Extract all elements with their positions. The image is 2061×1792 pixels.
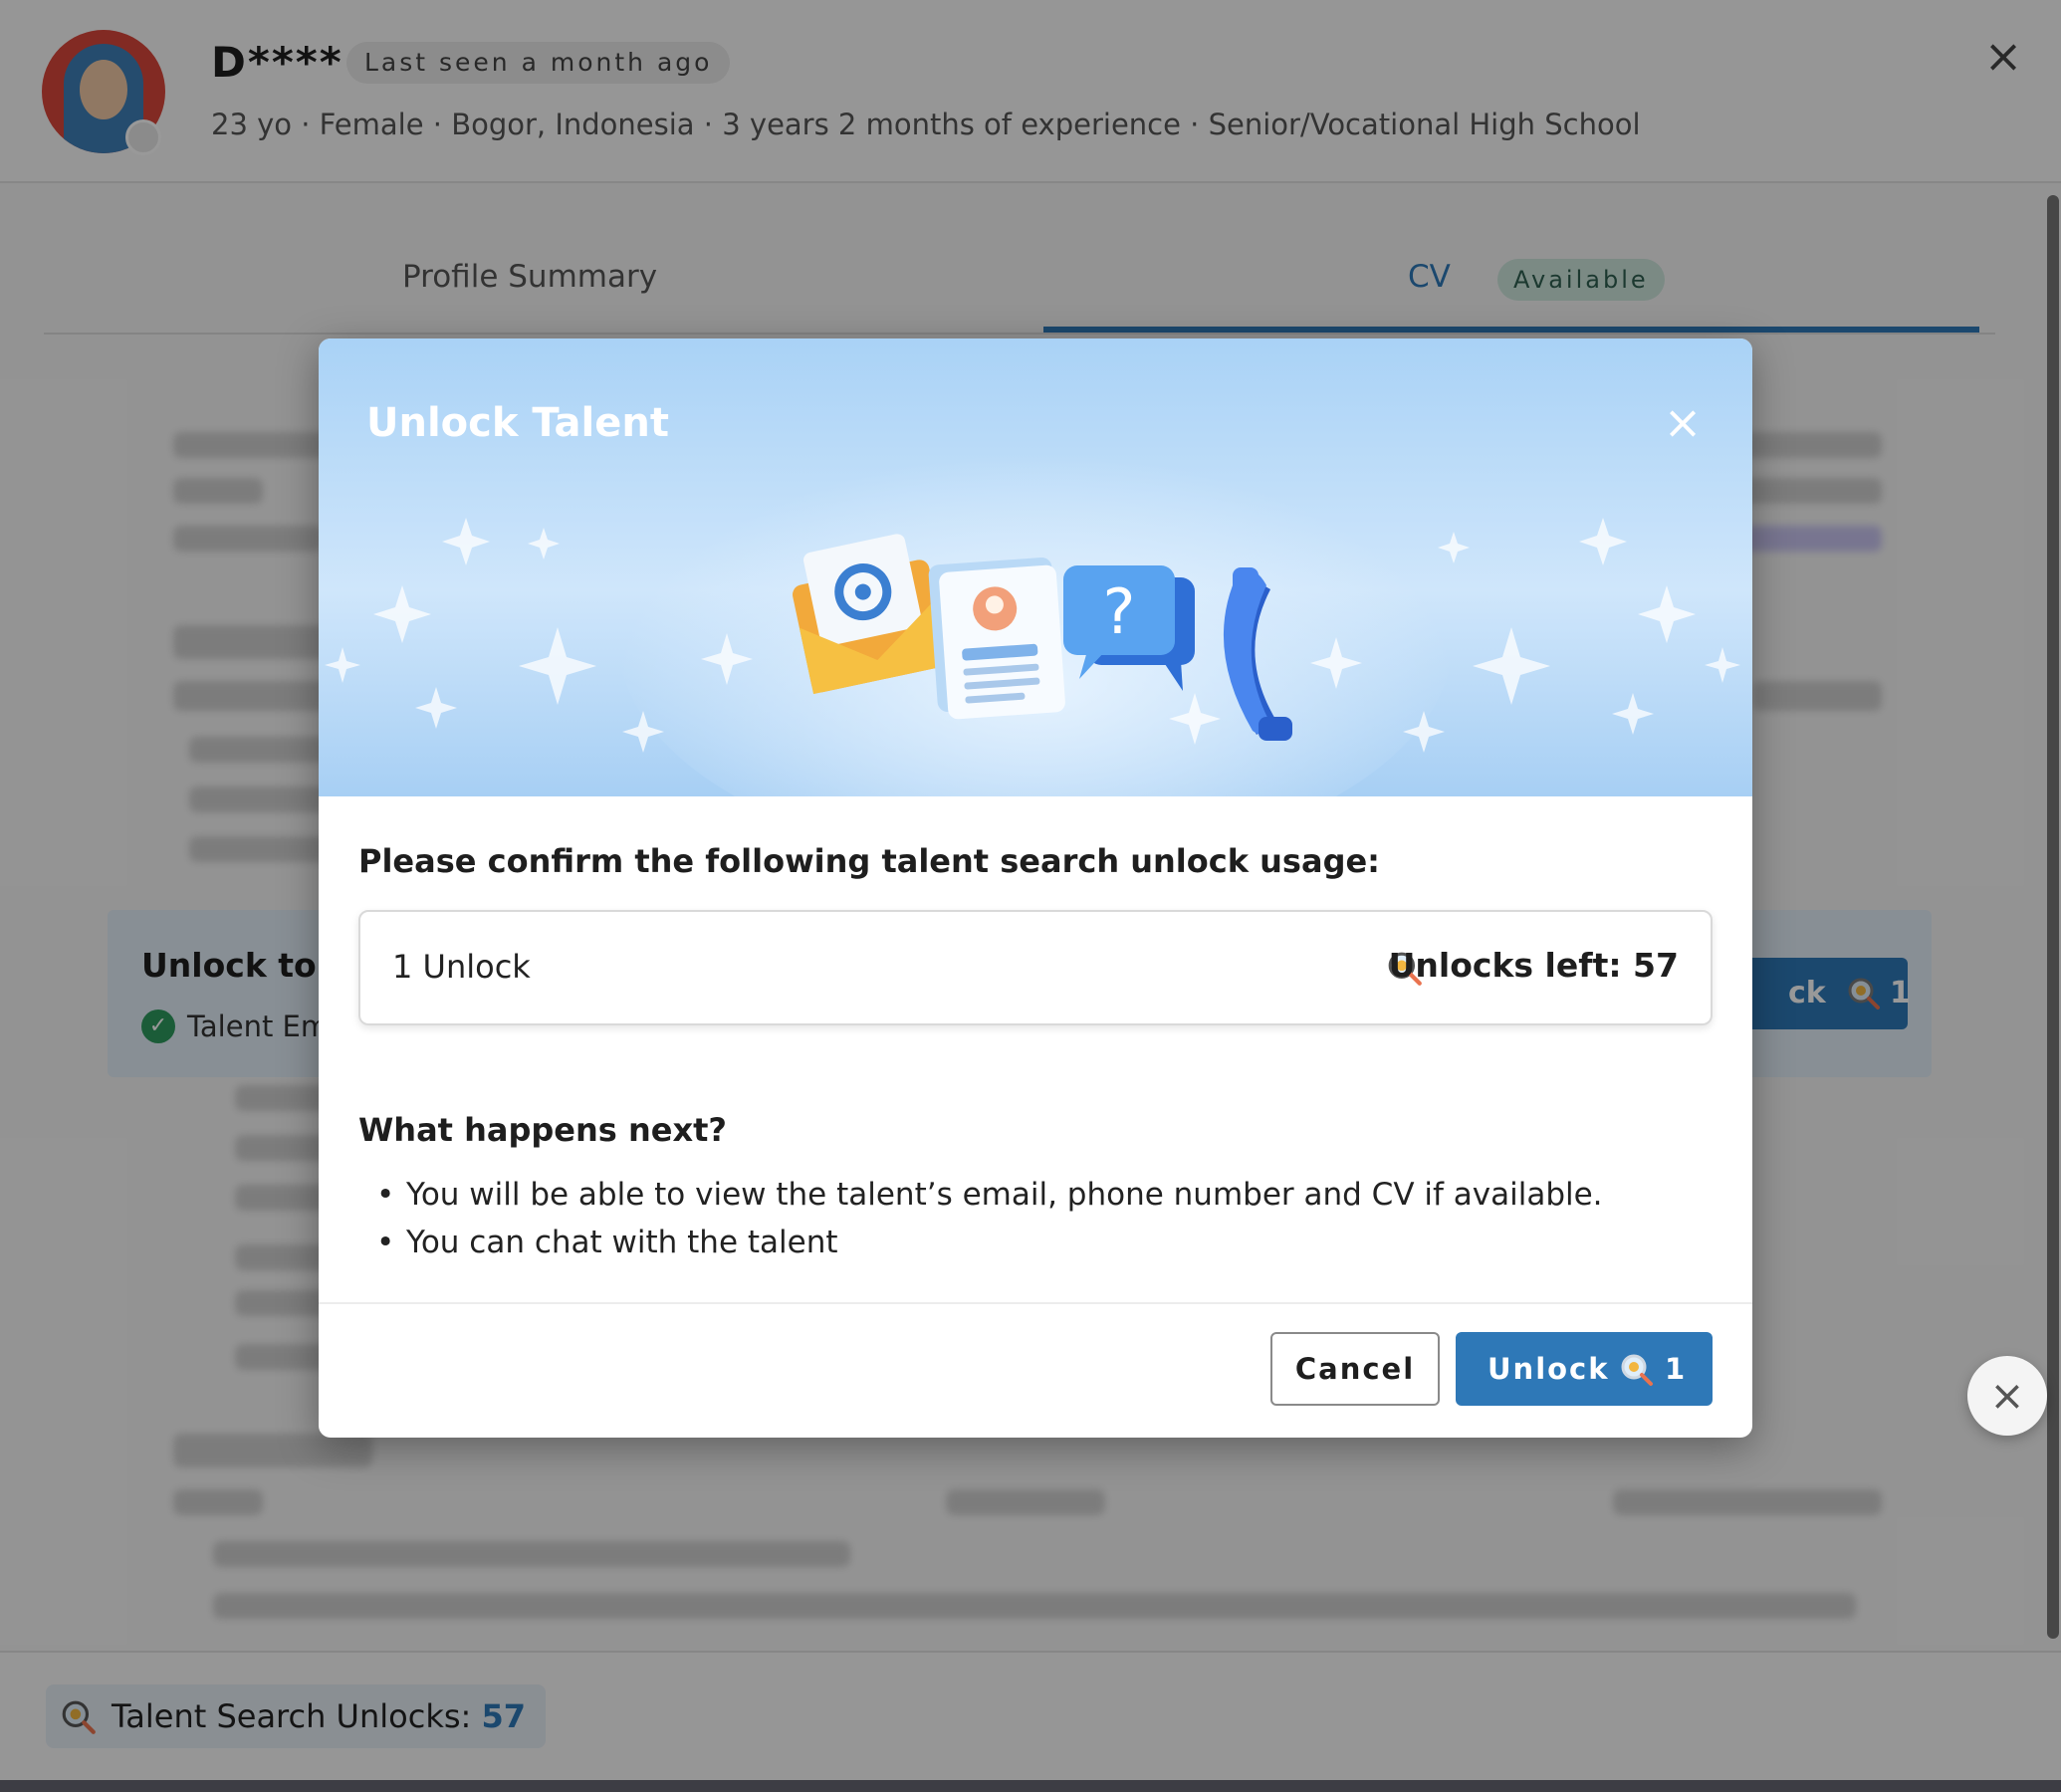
window-bottom-edge — [0, 1780, 2061, 1792]
unlock-talent-dialog: ? Unlock Talent × Please confirm the fol… — [319, 338, 1752, 1438]
unlock-button[interactable]: Unlock 1 — [1456, 1332, 1713, 1406]
usage-amount: 1 Unlock — [392, 948, 531, 986]
unlocks-left: Unlocks left: 57 — [1388, 946, 1679, 985]
magnifier-credit-icon — [1621, 1354, 1653, 1386]
dialog-footer-divider — [319, 1302, 1752, 1304]
unlock-button-cost: 1 — [1665, 1352, 1688, 1386]
list-item: You can chat with the talent — [376, 1219, 1603, 1266]
dialog-title: Unlock Talent — [366, 400, 669, 446]
next-steps-title: What happens next? — [358, 1111, 727, 1149]
usage-summary-box: 1 Unlock Unlocks left: 57 — [358, 910, 1713, 1025]
dialog-hero: ? Unlock Talent × — [319, 338, 1752, 796]
list-item: You will be able to view the talent’s em… — [376, 1171, 1603, 1219]
unlock-button-label: Unlock — [1488, 1352, 1610, 1386]
confirm-prompt: Please confirm the following talent sear… — [358, 842, 1380, 880]
svg-text:?: ? — [1103, 575, 1136, 648]
close-icon[interactable]: × — [1967, 1356, 2047, 1436]
close-icon[interactable]: × — [1659, 398, 1707, 446]
next-steps-list: You will be able to view the talent’s em… — [376, 1171, 1603, 1266]
cancel-button[interactable]: Cancel — [1270, 1332, 1440, 1406]
